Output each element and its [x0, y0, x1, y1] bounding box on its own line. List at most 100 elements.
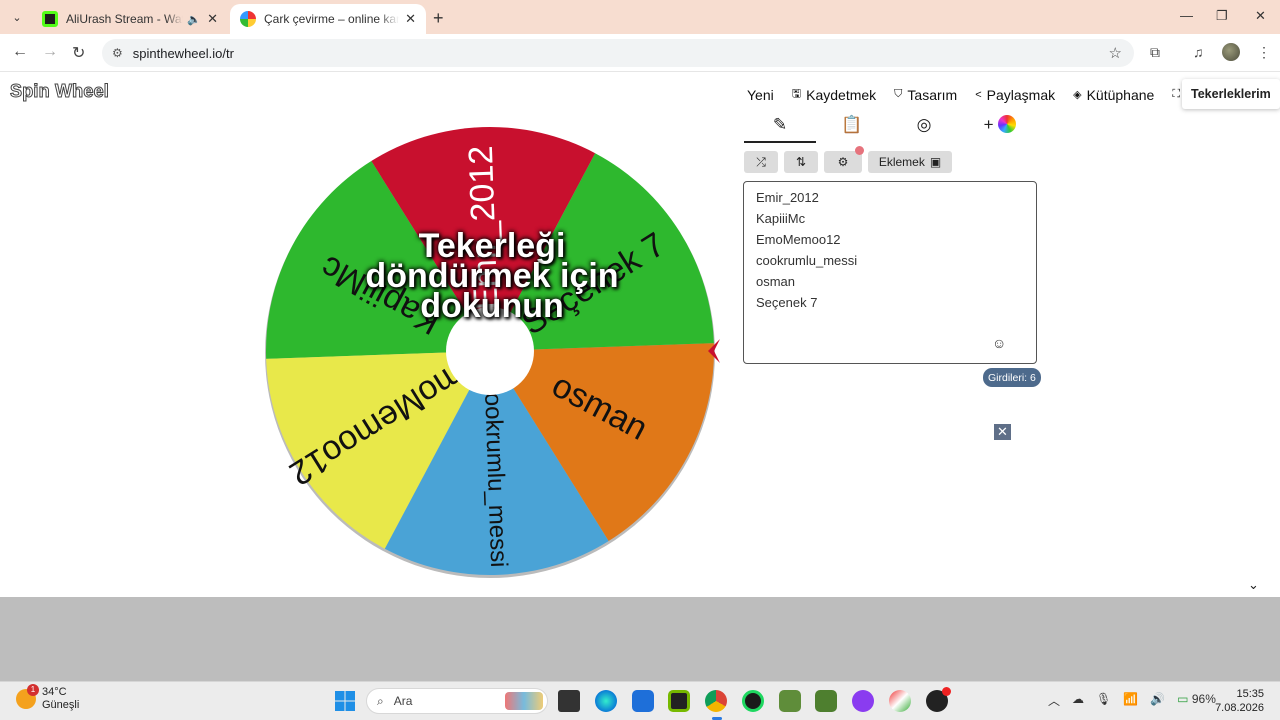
address-bar[interactable]: ⚙ spinthewheel.io/tr ☆ [102, 39, 1134, 67]
image-icon: ▣ [929, 155, 942, 169]
my-wheels-button[interactable]: Tekerleklerim [1182, 79, 1280, 109]
new-tab-icon[interactable]: + [433, 8, 444, 29]
tab-search-button[interactable]: ⌄ [6, 7, 28, 27]
chevron-down-icon[interactable]: ⌄ [1248, 577, 1259, 593]
nvidia-icon[interactable] [668, 690, 690, 712]
notification-dot [942, 687, 951, 696]
close-ad-icon[interactable]: ✕ [994, 424, 1011, 440]
windows-start-icon[interactable] [334, 690, 356, 712]
tab-results[interactable]: 📋 [816, 115, 888, 143]
tab-hidden[interactable]: ◎ [888, 115, 960, 143]
wifi-icon[interactable]: 📶 [1123, 692, 1138, 709]
add-button[interactable]: Eklemek ▣ [868, 151, 952, 173]
browser-tabstrip: ⌄ AliUrash Stream - Watch Liv 🔈 ✕ Çark ç… [0, 0, 1280, 34]
page-content: Spin Wheel Yeni 🖫 Kaydetmek ⛉ Tasarım < Pay… [0, 73, 1280, 597]
extensions-icon[interactable]: ⧉ [1150, 44, 1160, 61]
speaker-icon[interactable]: 🔈 [187, 13, 201, 26]
url-text: spinthewheel.io/tr [132, 45, 234, 61]
editor-tabs: ✎ 📋 ◎ + [744, 115, 1036, 143]
microphone-icon[interactable]: 🎙 [1096, 692, 1111, 709]
fullscreen-button[interactable]: ⛶ [1172, 85, 1180, 104]
windows-taskbar: 1 34°C Güneşli ⌕ Ara ︿ ☁ 🎙 📶 🔊 ▭ 96% 15:… [0, 681, 1280, 720]
reload-icon[interactable]: ↻ [72, 43, 85, 63]
app-icon-ball[interactable] [889, 690, 911, 712]
close-window-icon[interactable]: ✕ [1255, 8, 1266, 24]
nav-share[interactable]: < Paylaşmak [975, 85, 1055, 104]
close-tab-icon[interactable]: ✕ [405, 11, 416, 27]
entry-line: cookrumlu_messi [756, 253, 858, 268]
tab-edit[interactable]: ✎ [744, 115, 816, 143]
browser-toolbar: ← → ↻ ⚙ spinthewheel.io/tr ☆ ⧉ ♫ ⋮ [0, 34, 1280, 72]
wheel-graphic[interactable]: Emir_2012KapiiiMcEmoMemoo12cookrumlu_mes… [262, 125, 722, 585]
spin-wheel[interactable]: Emir_2012 KapiiiMc EmoMemoo12 cookrumlu_mes… [262, 125, 722, 585]
search-highlight-icon [505, 692, 543, 710]
nav-save[interactable]: 🖫 Kaydetmek [792, 85, 876, 104]
cloud-icon[interactable]: ☁ [1072, 692, 1084, 709]
pencil-icon: ✎ [772, 115, 788, 134]
back-icon[interactable]: ← [12, 43, 28, 61]
app-icon-dark[interactable] [926, 687, 951, 712]
taskbar-search[interactable]: ⌕ Ara [366, 688, 548, 714]
bookmark-star-icon[interactable]: ☆ [1109, 44, 1122, 62]
sun-icon: 1 [16, 684, 39, 709]
battery-indicator[interactable]: ▭ 96% [1177, 692, 1216, 709]
eye-slash-icon: ◎ [916, 115, 932, 134]
emoji-icon[interactable]: ☺ [992, 335, 1006, 351]
nav-label: Tasarım [907, 86, 958, 103]
profile-avatar[interactable] [1222, 43, 1240, 61]
nav-label: Kütüphane [1086, 86, 1155, 103]
nav-label: Kaydetmek [806, 86, 877, 103]
store-icon[interactable] [632, 690, 654, 712]
battery-icon: ▭ [1177, 692, 1189, 706]
weather-temp: 34°C [42, 686, 67, 698]
minecraft-launcher-icon[interactable] [815, 690, 837, 712]
clock-time: 15:35 [1236, 688, 1264, 700]
volume-icon[interactable]: 🔊 [1150, 692, 1165, 709]
minecraft-icon[interactable] [779, 690, 801, 712]
browser-menu-icon[interactable]: ⋮ [1257, 44, 1271, 61]
nav-library[interactable]: ◈ Kütüphane [1073, 85, 1154, 104]
edge-icon[interactable] [595, 690, 617, 712]
share-icon: < [975, 88, 982, 101]
entry-line: osman [756, 274, 796, 289]
plus-icon: + [983, 115, 994, 134]
wheel-segment-label: Emir_2012 [462, 145, 506, 311]
nav-design[interactable]: ⛉ Tasarım [894, 85, 957, 104]
entries-count-badge: Girdileri: 6 [983, 368, 1041, 387]
chevron-up-icon[interactable]: ︿ [1048, 692, 1060, 709]
browser-tab-spinwheel[interactable]: Çark çevirme – online karar çark ✕ [230, 4, 426, 34]
weather-widget[interactable]: 1 34°C Güneşli [16, 684, 79, 712]
close-tab-icon[interactable]: ✕ [207, 11, 218, 27]
nav-new[interactable]: Yeni [747, 85, 774, 104]
media-control-icon[interactable]: ♫ [1193, 44, 1204, 60]
chrome-icon[interactable] [705, 690, 727, 712]
minimize-icon[interactable]: — [1180, 8, 1193, 23]
site-info-icon[interactable]: ⚙ [112, 46, 123, 60]
kick-icon [42, 11, 58, 27]
sort-button[interactable]: ⇅ [784, 151, 818, 173]
entry-line: EmoMemoo12 [756, 232, 841, 247]
clipboard-icon: 📋 [841, 115, 863, 134]
color-wheel-icon [998, 115, 1017, 133]
shuffle-button[interactable]: ⤮ [744, 151, 778, 173]
tab-title: Çark çevirme – online karar çark [264, 12, 400, 26]
fullscreen-icon: ⛶ [1172, 88, 1181, 100]
app-icon-purple[interactable] [852, 690, 874, 712]
wheel-hub[interactable] [446, 307, 534, 395]
site-logo[interactable]: Spin Wheel [9, 81, 109, 102]
forward-icon[interactable]: → [42, 43, 58, 61]
top-nav: Yeni 🖫 Kaydetmek ⛉ Tasarım < Paylaşmak ◈ Küt… [747, 85, 1180, 104]
add-button-label: Eklemek [878, 155, 925, 169]
battery-text: 96% [1191, 692, 1216, 706]
task-view-icon[interactable] [558, 690, 580, 712]
restore-icon[interactable]: ❐ [1216, 8, 1228, 24]
clock[interactable]: 15:35 7.08.2026 [1214, 687, 1264, 715]
shuffle-icon: ⤮ [756, 154, 766, 169]
browser-tab-aliurash[interactable]: AliUrash Stream - Watch Liv 🔈 ✕ [32, 4, 228, 34]
search-placeholder: Ara [393, 694, 413, 708]
tab-add-wheel[interactable]: + [964, 115, 1036, 143]
system-tray: ︿ ☁ 🎙 📶 🔊 ▭ 96% [1048, 692, 1216, 709]
spinwheel-favicon-icon [240, 11, 256, 27]
app-icon-green-circle[interactable] [742, 690, 764, 712]
tab-title: AliUrash Stream - Watch Liv [66, 12, 183, 26]
